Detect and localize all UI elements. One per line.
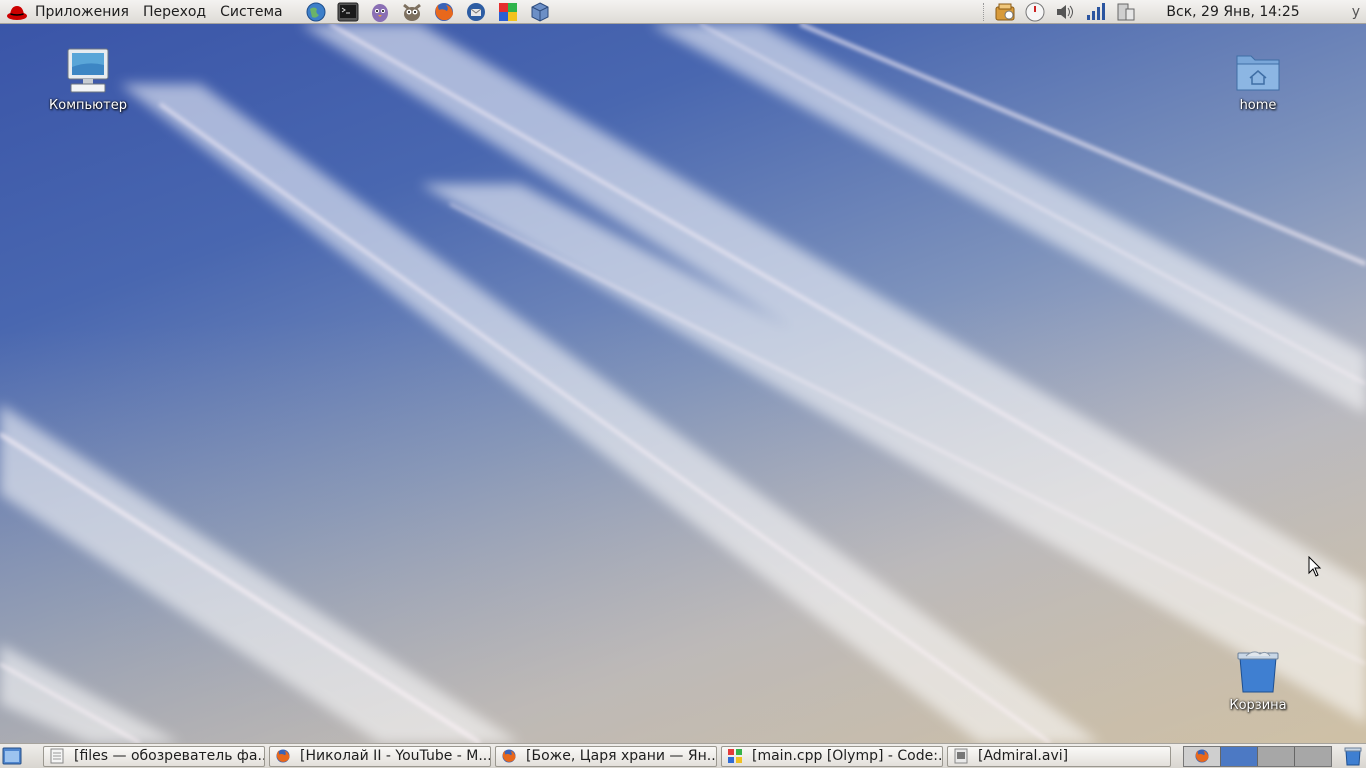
workspace-3[interactable]	[1258, 746, 1295, 766]
home-folder-icon	[1232, 46, 1284, 96]
system-menu-label: Система	[220, 3, 283, 20]
firefox-icon[interactable]	[432, 1, 456, 23]
gimp-icon[interactable]	[400, 1, 424, 23]
panel-separator	[983, 2, 985, 21]
task-label: [Николай II - YouTube - M...	[300, 748, 490, 764]
computer-icon	[62, 46, 114, 96]
mouse-cursor-icon	[1308, 556, 1322, 577]
pidgin-icon[interactable]	[368, 1, 392, 23]
task-button-admiral[interactable]: [Admiral.avi]	[947, 745, 1171, 767]
home-icon-label: home	[1239, 98, 1277, 113]
show-desktop-button[interactable]	[1, 745, 23, 767]
task-label: [Admiral.avi]	[978, 748, 1069, 764]
trash-icon-label: Корзина	[1229, 698, 1287, 713]
workspace-4[interactable]	[1295, 746, 1331, 766]
video-icon	[953, 748, 969, 764]
web-browser-icon[interactable]	[304, 1, 328, 23]
workspace-switcher	[1183, 745, 1332, 767]
user-switcher[interactable]: y	[1352, 4, 1360, 20]
trash-desktop-icon[interactable]: Корзина	[1208, 646, 1308, 713]
network-signal-icon[interactable]	[1084, 1, 1106, 23]
task-label: [Боже, Царя храни — Ян...	[526, 748, 716, 764]
task-button-anthem[interactable]: [Боже, Царя храни — Ян...	[495, 745, 717, 767]
redhat-logo-icon	[7, 5, 27, 20]
power-icon[interactable]	[1114, 1, 1136, 23]
update-notifier-icon[interactable]	[994, 1, 1016, 23]
notification-area: Вск, 29 Янв, 14:25 y	[983, 0, 1366, 24]
bottom-panel: [files — обозреватель фа... [Николай II …	[0, 743, 1366, 768]
task-button-youtube[interactable]: [Николай II - YouTube - M...	[269, 745, 491, 767]
codeblocks-icon	[727, 748, 743, 764]
desktop[interactable]: Компьютер home Корзина	[0, 24, 1366, 743]
workspace-2[interactable]	[1221, 746, 1258, 766]
launchers	[300, 1, 556, 23]
trash-applet[interactable]	[1342, 745, 1364, 767]
wallpaper	[0, 24, 1366, 743]
places-menu-label: Переход	[142, 3, 207, 20]
task-button-files[interactable]: [files — обозреватель фа...	[43, 745, 265, 767]
window-list: [files — обозреватель фа... [Николай II …	[43, 745, 1175, 767]
system-menu[interactable]: Система	[213, 0, 289, 24]
trash-icon	[1232, 646, 1284, 696]
computer-desktop-icon[interactable]: Компьютер	[38, 46, 138, 113]
places-menu[interactable]: Переход	[136, 0, 213, 24]
applications-menu-label: Приложения	[35, 3, 129, 20]
color-apps-icon[interactable]	[496, 1, 520, 23]
clock[interactable]: Вск, 29 Янв, 14:25	[1166, 4, 1299, 20]
applications-menu[interactable]: Приложения	[0, 0, 136, 24]
clock-applet-icon[interactable]	[1024, 1, 1046, 23]
terminal-icon[interactable]	[336, 1, 360, 23]
volume-icon[interactable]	[1054, 1, 1076, 23]
show-desktop-icon	[2, 747, 22, 765]
computer-icon-label: Компьютер	[49, 98, 127, 113]
thunderbird-icon[interactable]	[464, 1, 488, 23]
file-manager-icon	[49, 748, 65, 764]
task-label: [files — обозреватель фа...	[74, 748, 264, 764]
workspace-1[interactable]	[1184, 746, 1221, 766]
virtualbox-icon[interactable]	[528, 1, 552, 23]
task-button-codeblocks[interactable]: [main.cpp [Olymp] - Code:...	[721, 745, 943, 767]
trash-icon	[1344, 747, 1362, 766]
top-panel: Приложения Переход Система Вск, 29 Янв, …	[0, 0, 1366, 24]
firefox-icon	[501, 748, 517, 764]
home-desktop-icon[interactable]: home	[1208, 46, 1308, 113]
firefox-icon	[275, 748, 291, 764]
task-label: [main.cpp [Olymp] - Code:...	[752, 748, 942, 764]
firefox-icon	[1195, 749, 1209, 763]
